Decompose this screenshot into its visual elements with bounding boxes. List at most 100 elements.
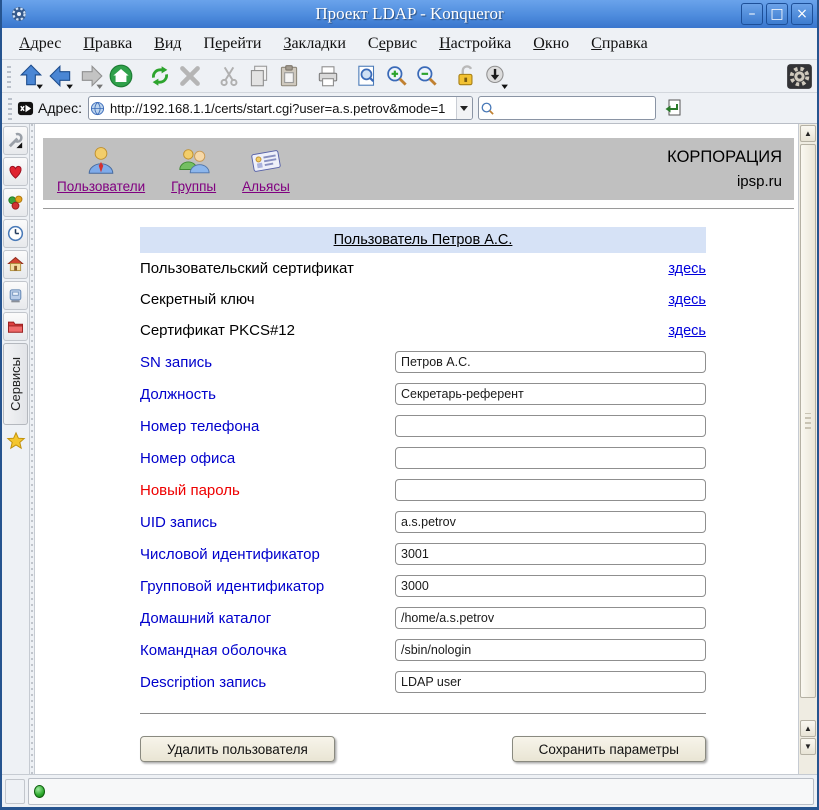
vertical-scrollbar[interactable]: ▲ ▲ ▼ <box>798 124 817 774</box>
home-directory-input[interactable] <box>395 607 706 629</box>
secret-key-link[interactable]: здесь <box>668 292 706 308</box>
url-dropdown-button[interactable] <box>456 97 472 119</box>
sidebar: Сервисы <box>2 124 30 774</box>
field-row-gidnumber: Групповой идентификатор <box>140 570 706 602</box>
field-row-description: Description запись <box>140 666 706 698</box>
sidebar-star-button[interactable] <box>6 431 26 456</box>
copy-button[interactable] <box>244 62 274 91</box>
sn-input[interactable] <box>395 351 706 373</box>
back-button[interactable] <box>46 62 76 91</box>
nav-groups[interactable]: Группы <box>171 144 216 194</box>
delete-user-button[interactable]: Удалить пользователя <box>140 736 335 762</box>
menu-nastroyka[interactable]: Настройка <box>430 32 520 56</box>
zoom-in-button[interactable] <box>382 62 412 91</box>
reload-icon <box>147 63 173 89</box>
cert-row-user-certificate: Пользовательский сертификат здесь <box>140 253 706 284</box>
addressbar-grip[interactable] <box>8 96 12 120</box>
sidebar-clock-button[interactable] <box>3 219 28 248</box>
save-params-button[interactable]: Сохранить параметры <box>512 736 706 762</box>
lock-open-icon <box>453 63 479 89</box>
heart-icon <box>6 162 25 181</box>
menu-pravka[interactable]: Правка <box>74 32 141 56</box>
preview-button[interactable] <box>352 62 382 91</box>
menu-adres[interactable]: Адрес <box>10 32 70 56</box>
phone-input[interactable] <box>395 415 706 437</box>
status-message-field <box>28 778 814 805</box>
form-title-band: Пользователь Петров А.С. <box>140 227 706 253</box>
menu-okno[interactable]: Окно <box>524 32 578 56</box>
menu-vid[interactable]: Вид <box>145 32 190 56</box>
menu-servis[interactable]: Сервис <box>359 32 426 56</box>
titlebar[interactable]: Проект LDAP - Konqueror – □ × <box>2 0 817 28</box>
home-button[interactable] <box>106 62 136 91</box>
status-led-icon <box>34 785 45 798</box>
nav-aliases[interactable]: Альясы <box>242 144 290 194</box>
window-title: Проект LDAP - Konqueror <box>2 4 817 24</box>
device-icon <box>6 286 25 305</box>
search-input[interactable] <box>497 97 656 119</box>
cert-label: Секретный ключ <box>140 291 255 308</box>
url-combobox[interactable] <box>88 96 473 120</box>
toolbar-grip[interactable] <box>7 64 11 88</box>
uid-input[interactable] <box>395 511 706 533</box>
menu-spravka[interactable]: Справка <box>582 32 657 56</box>
security-lock-button[interactable] <box>451 62 481 91</box>
scrollbar-thumb[interactable] <box>800 144 816 698</box>
shell-input[interactable] <box>395 639 706 661</box>
field-label-position: Должность <box>140 386 216 403</box>
sidebar-tab-services-label: Сервисы <box>8 357 23 411</box>
close-button[interactable]: × <box>791 3 813 25</box>
form-divider <box>140 713 706 714</box>
sidebar-bookmarks-button[interactable] <box>3 157 28 186</box>
sidebar-tab-services[interactable]: Сервисы <box>3 343 28 425</box>
reload-button[interactable] <box>145 62 175 91</box>
user-certificate-link[interactable]: здесь <box>668 261 706 277</box>
card-icon <box>249 144 283 178</box>
url-input[interactable] <box>107 97 456 119</box>
field-row-phone: Номер телефона <box>140 410 706 442</box>
popup-download-button[interactable] <box>481 62 511 91</box>
new-password-input[interactable] <box>395 479 706 501</box>
forward-button[interactable] <box>76 62 106 91</box>
field-label-gidnumber: Групповой идентификатор <box>140 578 324 595</box>
search-combobox[interactable] <box>478 96 656 120</box>
stop-button[interactable] <box>175 62 205 91</box>
maximize-button[interactable]: □ <box>766 3 788 25</box>
sidebar-home-button[interactable] <box>3 250 28 279</box>
zoom-out-button[interactable] <box>412 62 442 91</box>
uidnumber-input[interactable] <box>395 543 706 565</box>
description-input[interactable] <box>395 671 706 693</box>
print-button[interactable] <box>313 62 343 91</box>
user-form: Пользователь Петров А.С. Пользовательски… <box>140 227 706 762</box>
nav-users[interactable]: Пользователи <box>57 144 145 194</box>
corporation-domain: ipsp.ru <box>667 170 782 193</box>
sidebar-config-button[interactable] <box>3 126 28 155</box>
forward-icon <box>78 63 104 89</box>
paste-button[interactable] <box>274 62 304 91</box>
clear-location-icon[interactable] <box>17 100 34 117</box>
minimize-button[interactable]: – <box>741 3 763 25</box>
pkcs12-link[interactable]: здесь <box>668 323 706 339</box>
scrollbar-up-button[interactable]: ▲ <box>800 125 816 142</box>
konqueror-logo <box>784 62 814 91</box>
sidebar-history-button[interactable] <box>3 188 28 217</box>
menu-pereyti[interactable]: Перейти <box>195 32 271 56</box>
go-button[interactable] <box>660 95 686 121</box>
field-label-office: Номер офиса <box>140 450 235 467</box>
search-magnifier-icon <box>480 101 495 116</box>
cut-icon <box>216 63 242 89</box>
scrollbar-up-button-2[interactable]: ▲ <box>800 720 816 737</box>
field-row-new-password: Новый пароль <box>140 474 706 506</box>
up-button[interactable] <box>16 62 46 91</box>
statusbar-panel-toggle[interactable] <box>5 779 25 804</box>
cut-button[interactable] <box>214 62 244 91</box>
office-input[interactable] <box>395 447 706 469</box>
nav-aliases-label: Альясы <box>242 179 290 194</box>
scrollbar-down-button[interactable]: ▼ <box>800 738 816 755</box>
home-icon <box>108 63 134 89</box>
sidebar-folder-button[interactable] <box>3 312 28 341</box>
position-input[interactable] <box>395 383 706 405</box>
gidnumber-input[interactable] <box>395 575 706 597</box>
sidebar-devices-button[interactable] <box>3 281 28 310</box>
menu-zakladki[interactable]: Закладки <box>274 32 354 56</box>
